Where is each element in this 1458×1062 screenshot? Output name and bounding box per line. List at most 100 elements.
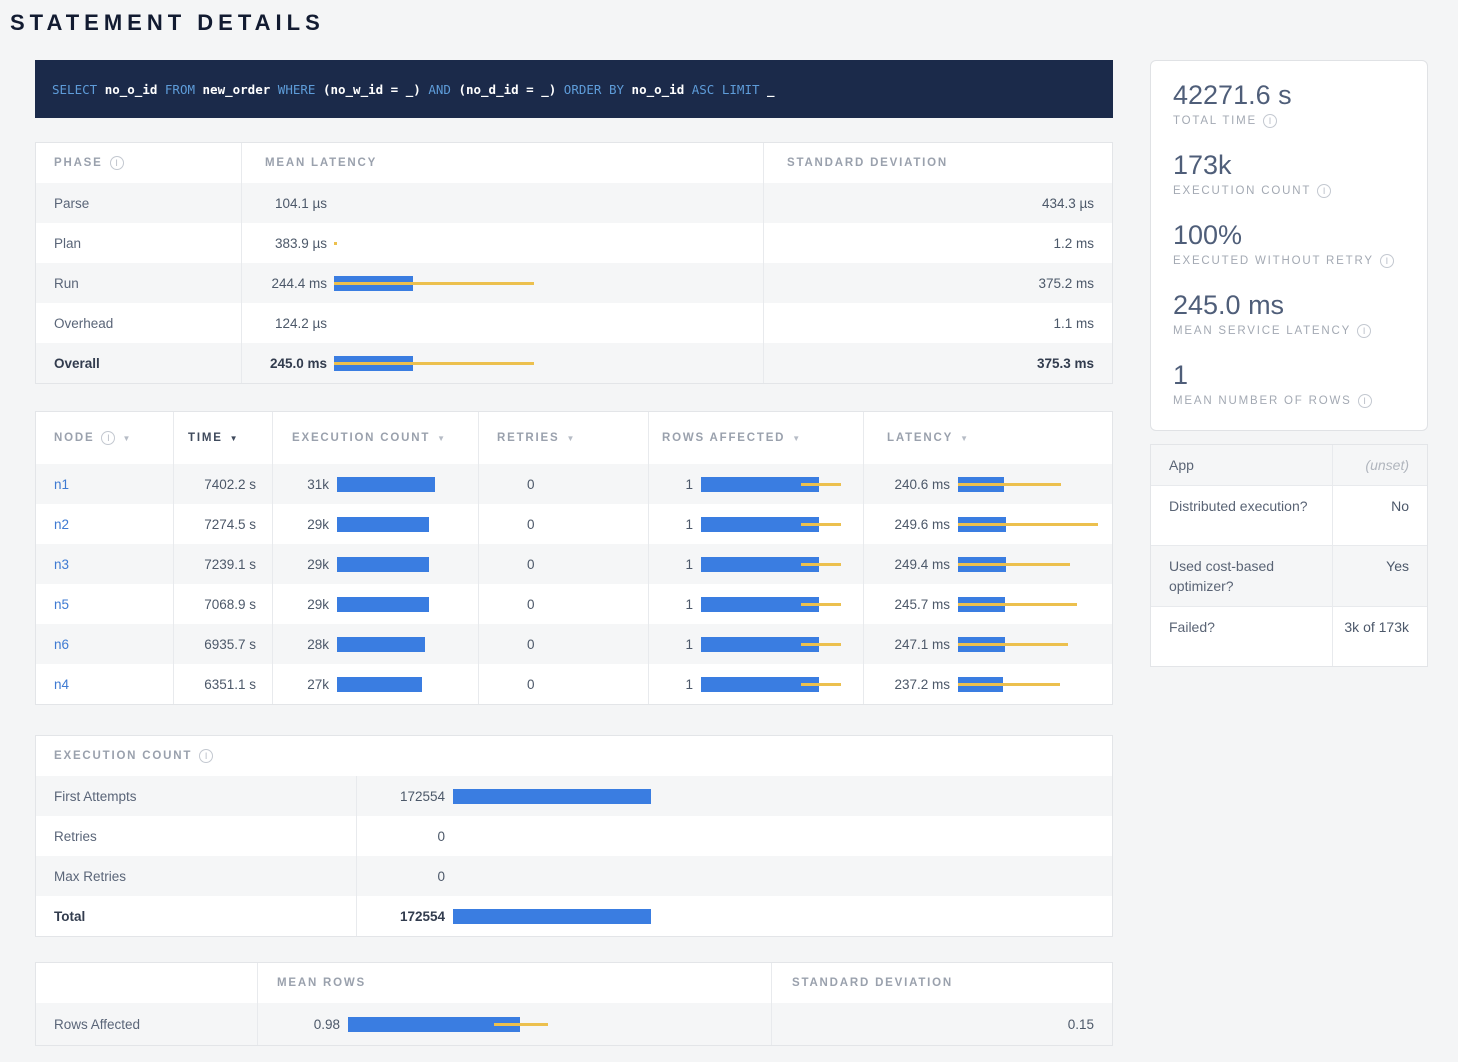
- time-column-header[interactable]: TIME▼: [173, 412, 272, 464]
- latency-bar: [958, 677, 1112, 692]
- retries-value: 0: [478, 504, 648, 544]
- side-column: 42271.6 s TOTAL TIMEi 173k EXECUTION COU…: [1150, 60, 1428, 1046]
- count-bar: [337, 677, 422, 692]
- mean-rows-bar: [348, 1017, 771, 1032]
- phase-table-header: PHASEi MEAN LATENCY STANDARD DEVIATION: [36, 143, 1112, 183]
- phase-latency-table: PHASEi MEAN LATENCY STANDARD DEVIATION P…: [35, 142, 1113, 384]
- latency-value: 245.7 ms: [864, 597, 950, 612]
- node-column-header[interactable]: NODEi▼: [36, 412, 173, 464]
- stat-total-time: 42271.6 s TOTAL TIME i: [1173, 79, 1405, 128]
- node-link[interactable]: n5: [54, 597, 69, 612]
- info-icon[interactable]: i: [1380, 254, 1394, 268]
- rows-affected-value: 1: [649, 557, 693, 572]
- node-time-value: 7239.1 s: [173, 544, 272, 584]
- sort-desc-icon[interactable]: ▼: [230, 434, 238, 443]
- sql-keyword: ASC LIMIT: [684, 82, 767, 97]
- node-link[interactable]: n6: [54, 637, 69, 652]
- retries-value: 0: [478, 544, 648, 584]
- node-table-header: NODEi▼ TIME▼ EXECUTION COUNT▼ RETRIES▼ R…: [36, 412, 1112, 464]
- node-link[interactable]: n3: [54, 557, 69, 572]
- info-icon[interactable]: i: [101, 431, 115, 445]
- node-link[interactable]: n1: [54, 477, 69, 492]
- info-icon[interactable]: i: [1317, 184, 1331, 198]
- exec-count-value: 172554: [357, 789, 445, 804]
- sort-desc-icon[interactable]: ▼: [437, 434, 445, 443]
- execution-count-table-header: EXECUTION COUNTi: [36, 736, 1112, 776]
- app-label: App: [1151, 445, 1332, 485]
- sort-desc-icon[interactable]: ▼: [960, 434, 968, 443]
- sql-expression: _: [767, 82, 775, 97]
- exec-row-label: First Attempts: [36, 776, 356, 816]
- stddev-bar: [334, 242, 337, 245]
- rows-affected-column-header[interactable]: ROWS AFFECTED▼: [648, 412, 863, 464]
- execution-count-value: 29k: [273, 517, 329, 532]
- sort-desc-icon[interactable]: ▼: [122, 434, 130, 443]
- info-icon[interactable]: i: [1357, 324, 1371, 338]
- stat-value: 42271.6 s: [1173, 79, 1405, 111]
- stddev-bar: [494, 1023, 548, 1026]
- info-icon[interactable]: i: [1263, 114, 1277, 128]
- node-time-value: 7274.5 s: [173, 504, 272, 544]
- summary-stats-card: 42271.6 s TOTAL TIMEi 173k EXECUTION COU…: [1150, 60, 1428, 431]
- mean-latency-value: 383.9 µs: [242, 236, 327, 251]
- node-row: n6 6935.7 s 28k 0 1 247.1 ms: [36, 624, 1112, 664]
- sql-statement-box: SELECT no_o_id FROM new_order WHERE (no_…: [35, 60, 1113, 118]
- rows-affected-bar: [701, 477, 863, 492]
- phase-column-header: PHASE i: [36, 143, 241, 183]
- stat-label: EXECUTED WITHOUT RETRYi: [1173, 254, 1405, 268]
- stddev-bar: [801, 483, 841, 486]
- node-link[interactable]: n2: [54, 517, 69, 532]
- sort-desc-icon[interactable]: ▼: [566, 434, 574, 443]
- sql-keyword: SELECT: [52, 82, 105, 97]
- sql-expression: (no_d_id = _): [458, 82, 556, 97]
- info-icon[interactable]: i: [1358, 394, 1372, 408]
- app-value: (unset): [1332, 445, 1427, 485]
- sort-desc-icon[interactable]: ▼: [792, 434, 800, 443]
- retries-column-header[interactable]: RETRIES▼: [478, 412, 648, 464]
- stddev-bar: [801, 523, 841, 526]
- stddev-bar: [958, 523, 1098, 526]
- stddev-header-label: STANDARD DEVIATION: [792, 977, 953, 989]
- table-row: Max Retries 0: [36, 856, 1112, 896]
- mean-latency-header-label: MEAN LATENCY: [242, 157, 377, 169]
- stat-label-text: TOTAL TIME: [1173, 115, 1257, 127]
- cost-based-optimizer-value: Yes: [1332, 546, 1427, 606]
- count-bar: [337, 637, 425, 652]
- table-row: Retries 0: [36, 816, 1112, 856]
- info-icon[interactable]: i: [199, 749, 213, 763]
- stddev-bar: [958, 483, 1061, 486]
- execution-count-column-header[interactable]: EXECUTION COUNT▼: [272, 412, 478, 464]
- node-link[interactable]: n4: [54, 677, 69, 692]
- phase-header-label: PHASE: [54, 157, 103, 169]
- execution-count-bar: [453, 829, 1112, 844]
- phase-label: Overall: [36, 343, 241, 383]
- stddev-bar: [958, 603, 1077, 606]
- execution-count-value: 27k: [273, 677, 329, 692]
- stddev-bar: [958, 683, 1060, 686]
- latency-value: 249.4 ms: [864, 557, 950, 572]
- stddev-bar: [958, 643, 1068, 646]
- distributed-execution-label: Distributed execution?: [1151, 486, 1332, 545]
- mean-latency-value: 104.1 µs: [242, 196, 327, 211]
- app-details-table: App (unset) Distributed execution? No Us…: [1150, 444, 1428, 667]
- latency-column-header[interactable]: LATENCY▼: [863, 412, 1112, 464]
- stddev-value: 1.1 ms: [763, 303, 1112, 343]
- distributed-execution-value: No: [1332, 486, 1427, 545]
- sql-keyword: AND: [421, 82, 459, 97]
- info-icon[interactable]: i: [110, 156, 124, 170]
- failed-value: 3k of 173k: [1332, 607, 1427, 666]
- retries-value: 0: [478, 584, 648, 624]
- execution-count-table: EXECUTION COUNTi First Attempts 172554 R…: [35, 735, 1113, 937]
- latency-bar: [334, 276, 763, 291]
- rows-affected-table-header: MEAN ROWS STANDARD DEVIATION: [36, 963, 1112, 1003]
- mean-latency-value: 244.4 ms: [242, 276, 327, 291]
- phase-label: Run: [36, 263, 241, 303]
- table-row: Rows Affected 0.98 0.15: [36, 1003, 1112, 1045]
- table-row: Overhead 124.2 µs 1.1 ms: [36, 303, 1112, 343]
- failed-label: Failed?: [1151, 607, 1332, 666]
- execution-count-bar: [453, 789, 1112, 804]
- table-row: Plan 383.9 µs 1.2 ms: [36, 223, 1112, 263]
- rows-affected-table: MEAN ROWS STANDARD DEVIATION Rows Affect…: [35, 962, 1113, 1046]
- latency-value: 247.1 ms: [864, 637, 950, 652]
- stat-label: MEAN SERVICE LATENCYi: [1173, 324, 1405, 338]
